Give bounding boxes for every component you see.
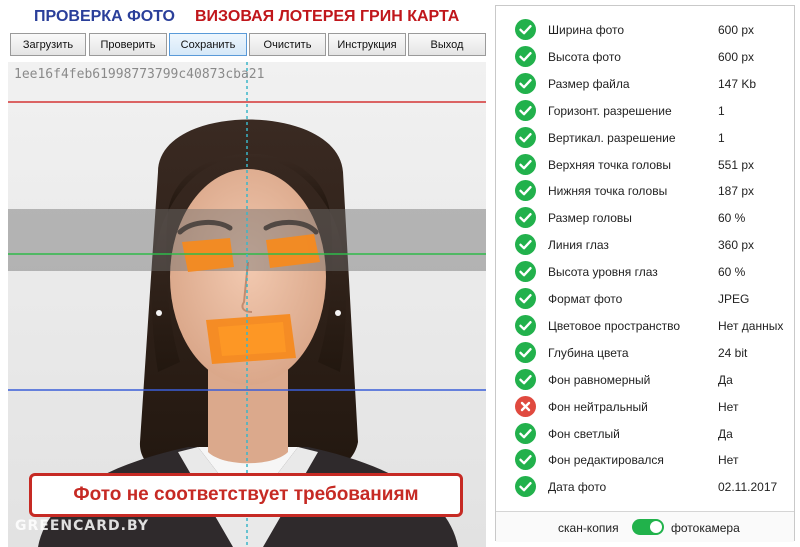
scan-copy-label: скан-копия <box>558 521 619 535</box>
check-value: 360 px <box>718 238 755 253</box>
check-value: 187 px <box>718 184 755 199</box>
check-value: 02.11.2017 <box>718 480 778 495</box>
check-ok-icon <box>515 476 536 498</box>
check-value: Нет <box>718 399 739 414</box>
check-ok-icon <box>515 126 536 148</box>
toolbar: Загрузить Проверить Сохранить Очистить И… <box>10 33 486 57</box>
check-label: Формат фото <box>548 292 623 306</box>
check-value: JPEG <box>718 292 750 306</box>
check-value: 600 px <box>718 49 755 64</box>
check-label: Фон нейтральный <box>548 399 648 414</box>
check-ok-icon <box>515 180 536 202</box>
check-value: Нет данных <box>718 318 784 333</box>
check-row: Фон светлый Да <box>496 420 794 447</box>
check-value: 60 % <box>718 265 746 280</box>
check-button[interactable]: Проверить <box>89 33 167 56</box>
photo-hash: 1ee16f4feb61998773799c40873cba21 <box>14 67 265 82</box>
check-ok-icon <box>515 207 536 229</box>
check-value: 147 Kb <box>718 76 757 91</box>
check-ok-icon <box>515 19 536 40</box>
check-value: Нет <box>718 453 739 468</box>
check-ok-icon <box>515 261 536 283</box>
check-ok-icon <box>515 314 536 336</box>
toggle-knob <box>650 521 662 533</box>
check-label: Нижняя точка головы <box>548 184 668 199</box>
clear-button[interactable]: Очистить <box>249 33 326 56</box>
check-label: Вертикал. разрешение <box>548 130 676 145</box>
check-label: Фон редактировался <box>548 453 664 468</box>
check-ok-icon <box>515 341 536 363</box>
check-row: Фон равномерный Да <box>496 366 794 393</box>
photo-preview: 1ee16f4feb61998773799c40873cba21 Фото не… <box>8 62 486 547</box>
check-value: Да <box>718 426 733 441</box>
check-row: Нижняя точка головы 187 px <box>496 177 794 204</box>
check-row: Фон нейтральный Нет <box>496 393 794 420</box>
check-row: Дата фото 02.11.2017 <box>496 473 794 500</box>
check-row: Размер файла 147 Kb <box>496 70 794 97</box>
check-label: Линия глаз <box>548 238 609 253</box>
warning-banner: Фото не соответствует требованиям <box>29 473 463 517</box>
check-row: Цветовое пространство Нет данных <box>496 312 794 339</box>
check-ok-icon <box>515 153 536 175</box>
check-value: 60 % <box>718 211 746 226</box>
check-value: 1 <box>718 103 725 118</box>
check-ok-icon <box>515 368 536 390</box>
exit-button[interactable]: Выход <box>408 33 486 56</box>
check-ok-icon <box>515 234 536 256</box>
check-row: Высота уровня глаз 60 % <box>496 258 794 285</box>
check-label: Глубина цвета <box>548 345 629 360</box>
source-toggle-bar: скан-копия фотокамера <box>496 511 794 542</box>
check-value: 24 bit <box>718 345 748 360</box>
check-ok-icon <box>515 99 536 121</box>
check-label: Цветовое пространство <box>548 318 681 333</box>
camera-label: фотокамера <box>671 521 740 535</box>
app-subtitle: ВИЗОВАЯ ЛОТЕРЕЯ ГРИН КАРТА <box>195 8 460 25</box>
instructions-button[interactable]: Инструкция <box>328 33 406 56</box>
check-ok-icon <box>515 422 536 444</box>
check-label: Размер файла <box>548 76 630 91</box>
check-label: Верхняя точка головы <box>548 157 672 172</box>
check-label: Высота уровня глаз <box>548 265 658 280</box>
check-value: 551 px <box>718 157 755 172</box>
check-ok-icon <box>515 45 536 67</box>
check-row: Горизонт. разрешение 1 <box>496 97 794 124</box>
check-label: Горизонт. разрешение <box>548 103 672 118</box>
watermark: GREENCARD.BY <box>15 518 149 534</box>
check-row: Фон редактировался Нет <box>496 446 794 473</box>
check-label: Фон равномерный <box>548 372 651 387</box>
check-row: Вертикал. разрешение 1 <box>496 124 794 151</box>
app-header: ПРОВЕРКА ФОТО ВИЗОВАЯ ЛОТЕРЕЯ ГРИН КАРТА <box>0 0 494 34</box>
check-results-panel: Ширина фото 600 px Высота фото 600 px Размер… <box>495 5 795 542</box>
check-ok-icon <box>515 449 536 471</box>
check-value: 1 <box>718 130 725 145</box>
check-row: Размер головы 60 % <box>496 204 794 231</box>
check-value: 600 px <box>718 23 755 37</box>
check-ok-icon <box>515 72 536 94</box>
check-row: Высота фото 600 px <box>496 43 794 70</box>
check-row: Верхняя точка головы 551 px <box>496 151 794 178</box>
load-button[interactable]: Загрузить <box>10 33 86 56</box>
check-label: Размер головы <box>548 211 632 226</box>
check-ok-icon <box>515 288 536 309</box>
check-row: Линия глаз 360 px <box>496 231 794 258</box>
check-value: Да <box>718 372 733 387</box>
app-title: ПРОВЕРКА ФОТО <box>34 8 175 25</box>
check-label: Фон светлый <box>548 426 620 441</box>
check-row: Глубина цвета 24 bit <box>496 339 794 366</box>
check-label: Ширина фото <box>548 23 625 37</box>
check-row: Ширина фото 600 px <box>496 16 794 43</box>
check-fail-icon <box>515 395 536 417</box>
check-label: Высота фото <box>548 49 621 64</box>
check-label: Дата фото <box>548 480 607 495</box>
save-button[interactable]: Сохранить <box>169 33 247 56</box>
source-toggle[interactable] <box>632 519 664 535</box>
check-row: Формат фото JPEG <box>496 285 794 312</box>
